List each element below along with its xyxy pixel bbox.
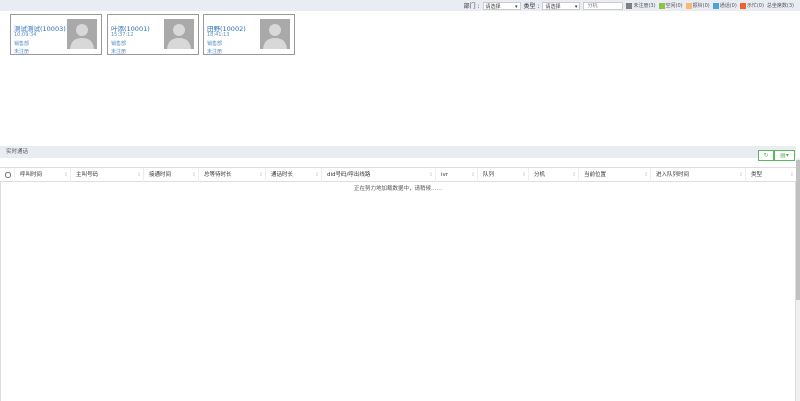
column-header[interactable]: 队列 [477, 168, 528, 182]
column-header[interactable]: did号码/呼出线路 [321, 168, 435, 182]
table-header: 呼叫时间 主叫号码 接通时间 总等待时长 通话时长 did号码/呼出线路 ivr… [0, 167, 796, 182]
table-body [0, 182, 796, 401]
agent-dept: 销售部 [207, 41, 223, 47]
avatar-icon [164, 19, 194, 49]
refresh-button[interactable]: ↻ [758, 150, 774, 161]
loading-message: 正在努力地加载数据中，请稍候…… [353, 186, 442, 192]
dept-select[interactable]: 请选择 [482, 1, 521, 11]
agent-status: 未注册 [14, 49, 30, 55]
column-header[interactable]: 当前位置 [578, 168, 650, 182]
swatch-icon [739, 2, 746, 9]
agent-card[interactable]: 测试测试(10003) 10:09:34 销售部 未注册 [10, 14, 102, 55]
column-header[interactable]: 接通时间 [143, 168, 198, 182]
column-header[interactable]: 主叫号码 [70, 168, 143, 182]
section-title: 实时通话 [0, 146, 796, 158]
columns-toggle-button[interactable]: ▤▾ [774, 150, 795, 161]
legend-total: 总坐席数(3) [766, 3, 794, 9]
swatch-icon [658, 2, 665, 9]
dept-label: 部门 : [463, 3, 480, 10]
filter-bar: 部门 : 请选择 类型 : 请选择 未注册(3) 空闲(0) 振铃(0) 通话(… [0, 0, 800, 11]
select-all-checkbox[interactable] [5, 171, 11, 178]
column-header[interactable]: 进入队列时间 [650, 168, 745, 182]
type-label: 类型 : [523, 3, 540, 10]
agent-dept: 销售部 [14, 41, 30, 47]
agent-time: 10:09:34 [14, 32, 37, 38]
column-header[interactable]: 类型 [745, 168, 796, 182]
select-all-cell [0, 168, 14, 182]
swatch-icon [685, 2, 692, 9]
legend-busy: 示忙(0) [739, 2, 764, 9]
legend-talking: 通话(0) [712, 2, 737, 9]
column-header[interactable]: ivr [435, 168, 477, 182]
legend-idle: 空闲(0) [658, 2, 683, 9]
avatar-icon [67, 19, 97, 49]
agent-time: 18:41:13 [207, 32, 230, 38]
swatch-icon [626, 2, 633, 9]
legend-unregistered: 未注册(3) [626, 2, 656, 9]
avatar-icon [260, 19, 290, 49]
type-select[interactable]: 请选择 [542, 1, 581, 11]
agent-card[interactable]: 田野(10002) 18:41:13 销售部 未注册 [203, 14, 295, 55]
agent-card[interactable]: 叶添(10001) 15:37:12 销售部 未注册 [107, 14, 199, 55]
column-header[interactable]: 通话时长 [265, 168, 321, 182]
column-header[interactable]: 总等待时长 [198, 168, 265, 182]
scrollbar-thumb[interactable] [796, 160, 800, 300]
agent-time: 15:37:12 [111, 32, 134, 38]
scrollbar[interactable] [796, 158, 800, 401]
agent-status: 未注册 [111, 49, 127, 55]
column-header[interactable]: 呼叫时间 [14, 168, 70, 182]
swatch-icon [712, 2, 719, 9]
column-header[interactable]: 分机 [528, 168, 578, 182]
extension-input[interactable] [583, 1, 624, 10]
agent-dept: 销售部 [111, 41, 127, 47]
agent-status: 未注册 [207, 49, 223, 55]
legend-ringing: 振铃(0) [685, 2, 710, 9]
